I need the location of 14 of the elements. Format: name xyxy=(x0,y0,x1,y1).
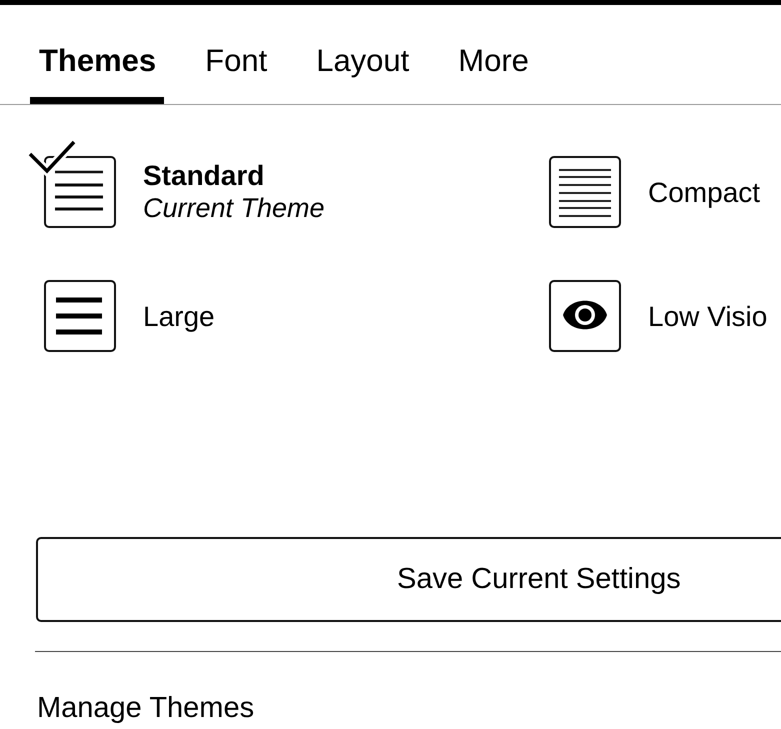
text-lines-icon[interactable] xyxy=(44,156,116,228)
theme-name[interactable]: Standard xyxy=(143,159,325,192)
manage-themes-link[interactable]: Manage Themes xyxy=(37,691,254,725)
dense-lines-icon[interactable] xyxy=(549,156,621,228)
eye-icon[interactable] xyxy=(549,280,621,352)
thick-lines-icon[interactable] xyxy=(44,280,116,352)
theme-name[interactable]: Low Visio xyxy=(648,300,768,332)
save-settings-button[interactable]: Save Current Settings xyxy=(36,537,781,622)
tab[interactable]: Font xyxy=(196,5,276,104)
theme-subtitle: Current Theme xyxy=(143,192,325,225)
tab[interactable]: Layout xyxy=(307,5,418,104)
theme-name[interactable]: Large xyxy=(143,300,215,332)
tab[interactable]: More xyxy=(449,5,537,104)
theme-name[interactable]: Compact xyxy=(648,176,760,208)
